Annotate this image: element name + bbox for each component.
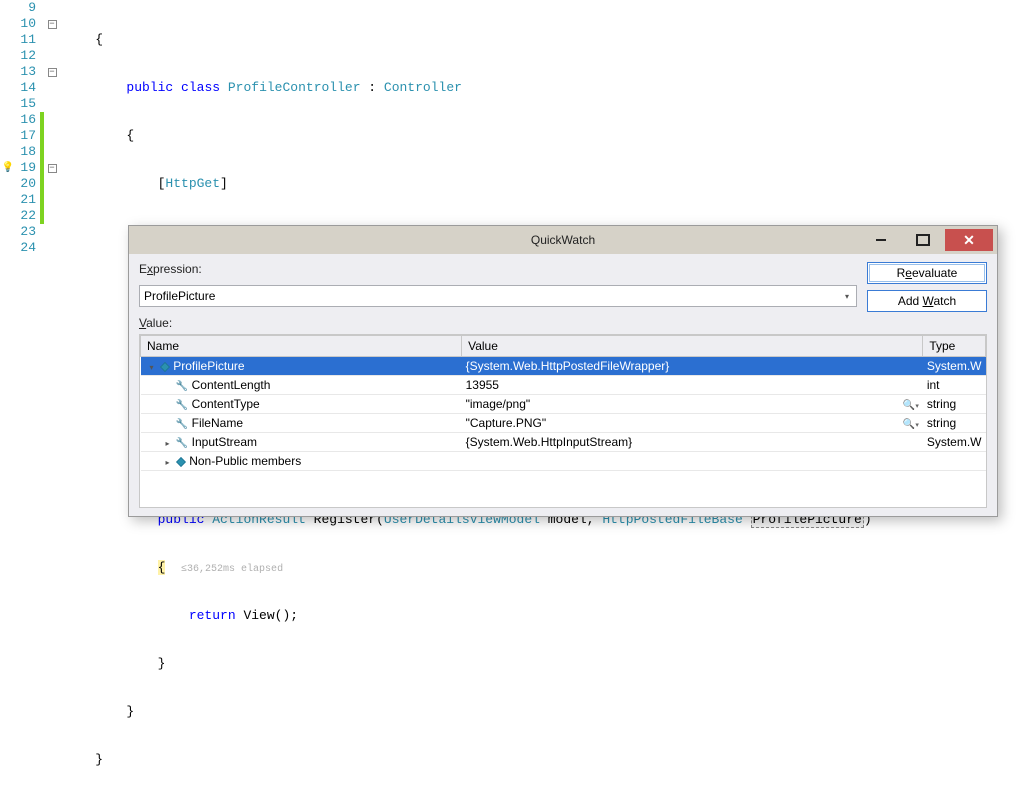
wrench-icon: 🔧 bbox=[176, 438, 188, 449]
row-name: ContentType bbox=[192, 397, 260, 411]
lightbulb-margin: 💡 bbox=[0, 0, 16, 519]
value-grid[interactable]: Name Value Type ▾ ProfilePicture {System.… bbox=[139, 334, 987, 508]
row-name: FileName bbox=[192, 416, 243, 430]
col-type[interactable]: Type bbox=[923, 336, 986, 357]
row-value: {System.Web.HttpInputStream} bbox=[466, 435, 633, 449]
perf-tip[interactable]: ≤36,252ms elapsed bbox=[181, 564, 283, 575]
minimize-button[interactable] bbox=[861, 229, 901, 251]
magnifier-dropdown-icon[interactable]: ▾ bbox=[915, 422, 919, 429]
row-type bbox=[923, 452, 986, 471]
row-name: ContentLength bbox=[192, 378, 271, 392]
close-button[interactable]: ✕ bbox=[945, 229, 993, 251]
row-value: "image/png" bbox=[466, 397, 531, 411]
reevaluate-button[interactable]: Reevaluate bbox=[867, 262, 987, 284]
col-value[interactable]: Value bbox=[462, 336, 923, 357]
grid-row[interactable]: 🔧 FileName "Capture.PNG" 🔍▾ string bbox=[141, 414, 986, 433]
object-icon bbox=[176, 457, 186, 467]
expression-input[interactable] bbox=[139, 285, 857, 307]
expression-label: Expression: bbox=[139, 262, 857, 281]
row-type: System.W bbox=[923, 357, 986, 376]
expand-toggle[interactable]: ▸ bbox=[163, 439, 173, 448]
fold-margin[interactable]: − − − bbox=[44, 0, 60, 519]
add-watch-button[interactable]: Add Watch bbox=[867, 290, 987, 312]
row-type: string bbox=[923, 414, 986, 433]
row-value: 13955 bbox=[466, 378, 499, 392]
expand-toggle[interactable]: ▸ bbox=[163, 458, 173, 467]
fold-toggle[interactable]: − bbox=[48, 20, 57, 29]
line-number-gutter: 9 10 11 12 13 14 15 16 17 18 19 20 21 22… bbox=[16, 0, 40, 519]
expression-dropdown-icon[interactable]: ▾ bbox=[840, 289, 854, 303]
object-icon bbox=[160, 362, 170, 372]
grid-row[interactable]: ▸ Non-Public members bbox=[141, 452, 986, 471]
titlebar[interactable]: QuickWatch ✕ bbox=[129, 226, 997, 254]
col-name[interactable]: Name bbox=[141, 336, 462, 357]
grid-row[interactable]: 🔧 ContentType "image/png" 🔍▾ string bbox=[141, 395, 986, 414]
quickwatch-window[interactable]: QuickWatch ✕ Expression: Reevaluate Add … bbox=[128, 225, 998, 517]
grid-row[interactable]: 🔧 ContentLength 13955 int bbox=[141, 376, 986, 395]
fold-toggle[interactable]: − bbox=[48, 68, 57, 77]
grid-row[interactable]: ▸ 🔧 InputStream {System.Web.HttpInputStre… bbox=[141, 433, 986, 452]
row-value: "Capture.PNG" bbox=[466, 416, 547, 430]
expand-toggle[interactable]: ▾ bbox=[147, 363, 157, 372]
wrench-icon: 🔧 bbox=[176, 381, 188, 392]
lightbulb-icon[interactable]: 💡 bbox=[0, 160, 16, 176]
magnifier-icon[interactable]: 🔍 bbox=[903, 400, 915, 411]
row-name: Non-Public members bbox=[189, 454, 301, 468]
fold-toggle[interactable]: − bbox=[48, 164, 57, 173]
row-value: {System.Web.HttpPostedFileWrapper} bbox=[466, 359, 670, 373]
row-type: int bbox=[923, 376, 986, 395]
grid-row[interactable]: ▾ ProfilePicture {System.Web.HttpPostedFi… bbox=[141, 357, 986, 376]
row-type: string bbox=[923, 395, 986, 414]
row-type: System.W bbox=[923, 433, 986, 452]
maximize-button[interactable] bbox=[903, 229, 943, 251]
magnifier-dropdown-icon[interactable]: ▾ bbox=[915, 403, 919, 410]
wrench-icon: 🔧 bbox=[176, 400, 188, 411]
row-name: InputStream bbox=[192, 435, 257, 449]
row-name: ProfilePicture bbox=[173, 359, 244, 373]
magnifier-icon[interactable]: 🔍 bbox=[903, 419, 915, 430]
wrench-icon: 🔧 bbox=[176, 419, 188, 430]
value-label: Value: bbox=[139, 316, 857, 330]
